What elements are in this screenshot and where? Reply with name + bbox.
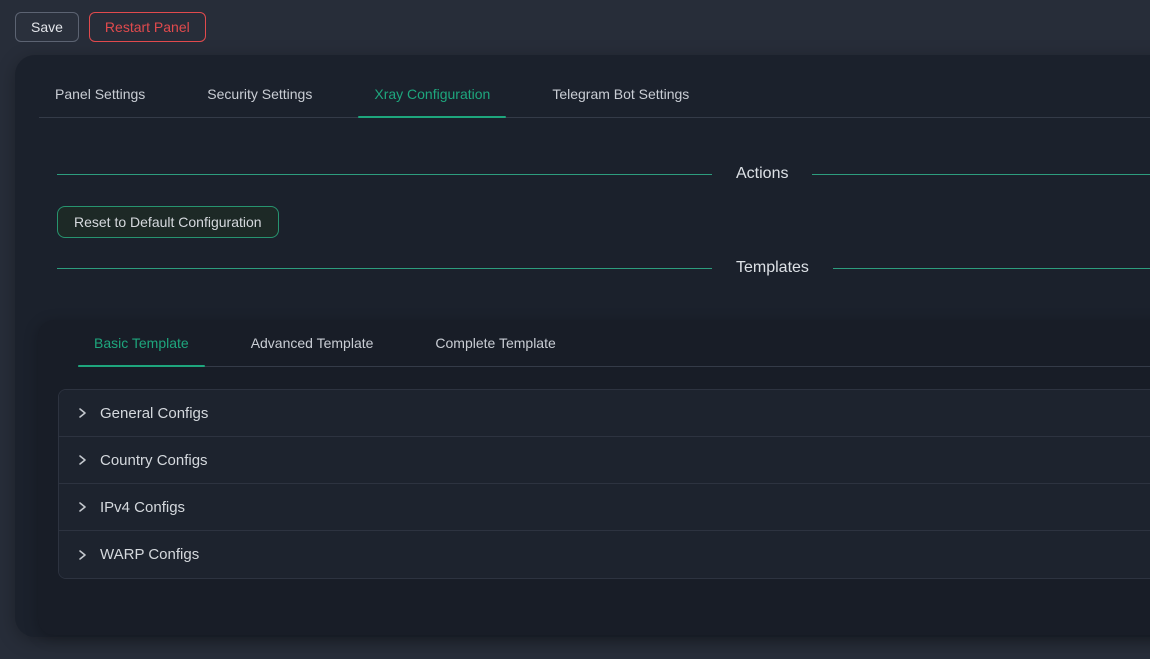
reset-default-configuration-button[interactable]: Reset to Default Configuration xyxy=(57,206,279,238)
chevron-right-icon xyxy=(76,501,88,513)
tab-advanced-template[interactable]: Advanced Template xyxy=(235,320,390,366)
divider-line xyxy=(57,174,712,175)
templates-divider: Templates xyxy=(57,256,1150,280)
divider-line xyxy=(812,174,1150,175)
collapse-item-country-configs[interactable]: Country Configs xyxy=(59,437,1150,484)
tab-xray-configuration[interactable]: Xray Configuration xyxy=(358,71,506,117)
restart-panel-button[interactable]: Restart Panel xyxy=(89,12,206,42)
tab-security-settings[interactable]: Security Settings xyxy=(191,71,328,117)
tab-panel-settings[interactable]: Panel Settings xyxy=(39,71,161,117)
collapse-item-label: IPv4 Configs xyxy=(100,499,185,516)
chevron-right-icon xyxy=(76,454,88,466)
settings-card: Panel Settings Security Settings Xray Co… xyxy=(15,55,1150,637)
chevron-right-icon xyxy=(76,549,88,561)
collapse-item-label: Country Configs xyxy=(100,452,208,469)
collapse-item-label: WARP Configs xyxy=(100,546,199,563)
top-action-bar: Save Restart Panel xyxy=(15,12,206,42)
divider-line xyxy=(833,268,1150,269)
actions-divider-label: Actions xyxy=(712,165,812,183)
tab-basic-template[interactable]: Basic Template xyxy=(78,320,205,366)
templates-card: Basic Template Advanced Template Complet… xyxy=(38,320,1150,635)
divider-line xyxy=(57,268,712,269)
collapse-item-general-configs[interactable]: General Configs xyxy=(59,390,1150,437)
tab-telegram-bot-settings[interactable]: Telegram Bot Settings xyxy=(536,71,705,117)
settings-tab-bar: Panel Settings Security Settings Xray Co… xyxy=(39,71,1150,118)
save-button[interactable]: Save xyxy=(15,12,79,42)
template-tab-bar: Basic Template Advanced Template Complet… xyxy=(78,320,1150,367)
collapse-item-label: General Configs xyxy=(100,405,208,422)
templates-divider-label: Templates xyxy=(712,259,833,277)
actions-divider: Actions xyxy=(57,162,1150,186)
chevron-right-icon xyxy=(76,407,88,419)
collapse-item-ipv4-configs[interactable]: IPv4 Configs xyxy=(59,484,1150,531)
config-collapse-list: General Configs Country Configs IPv4 Con… xyxy=(58,389,1150,579)
collapse-item-warp-configs[interactable]: WARP Configs xyxy=(59,531,1150,578)
tab-complete-template[interactable]: Complete Template xyxy=(419,320,571,366)
